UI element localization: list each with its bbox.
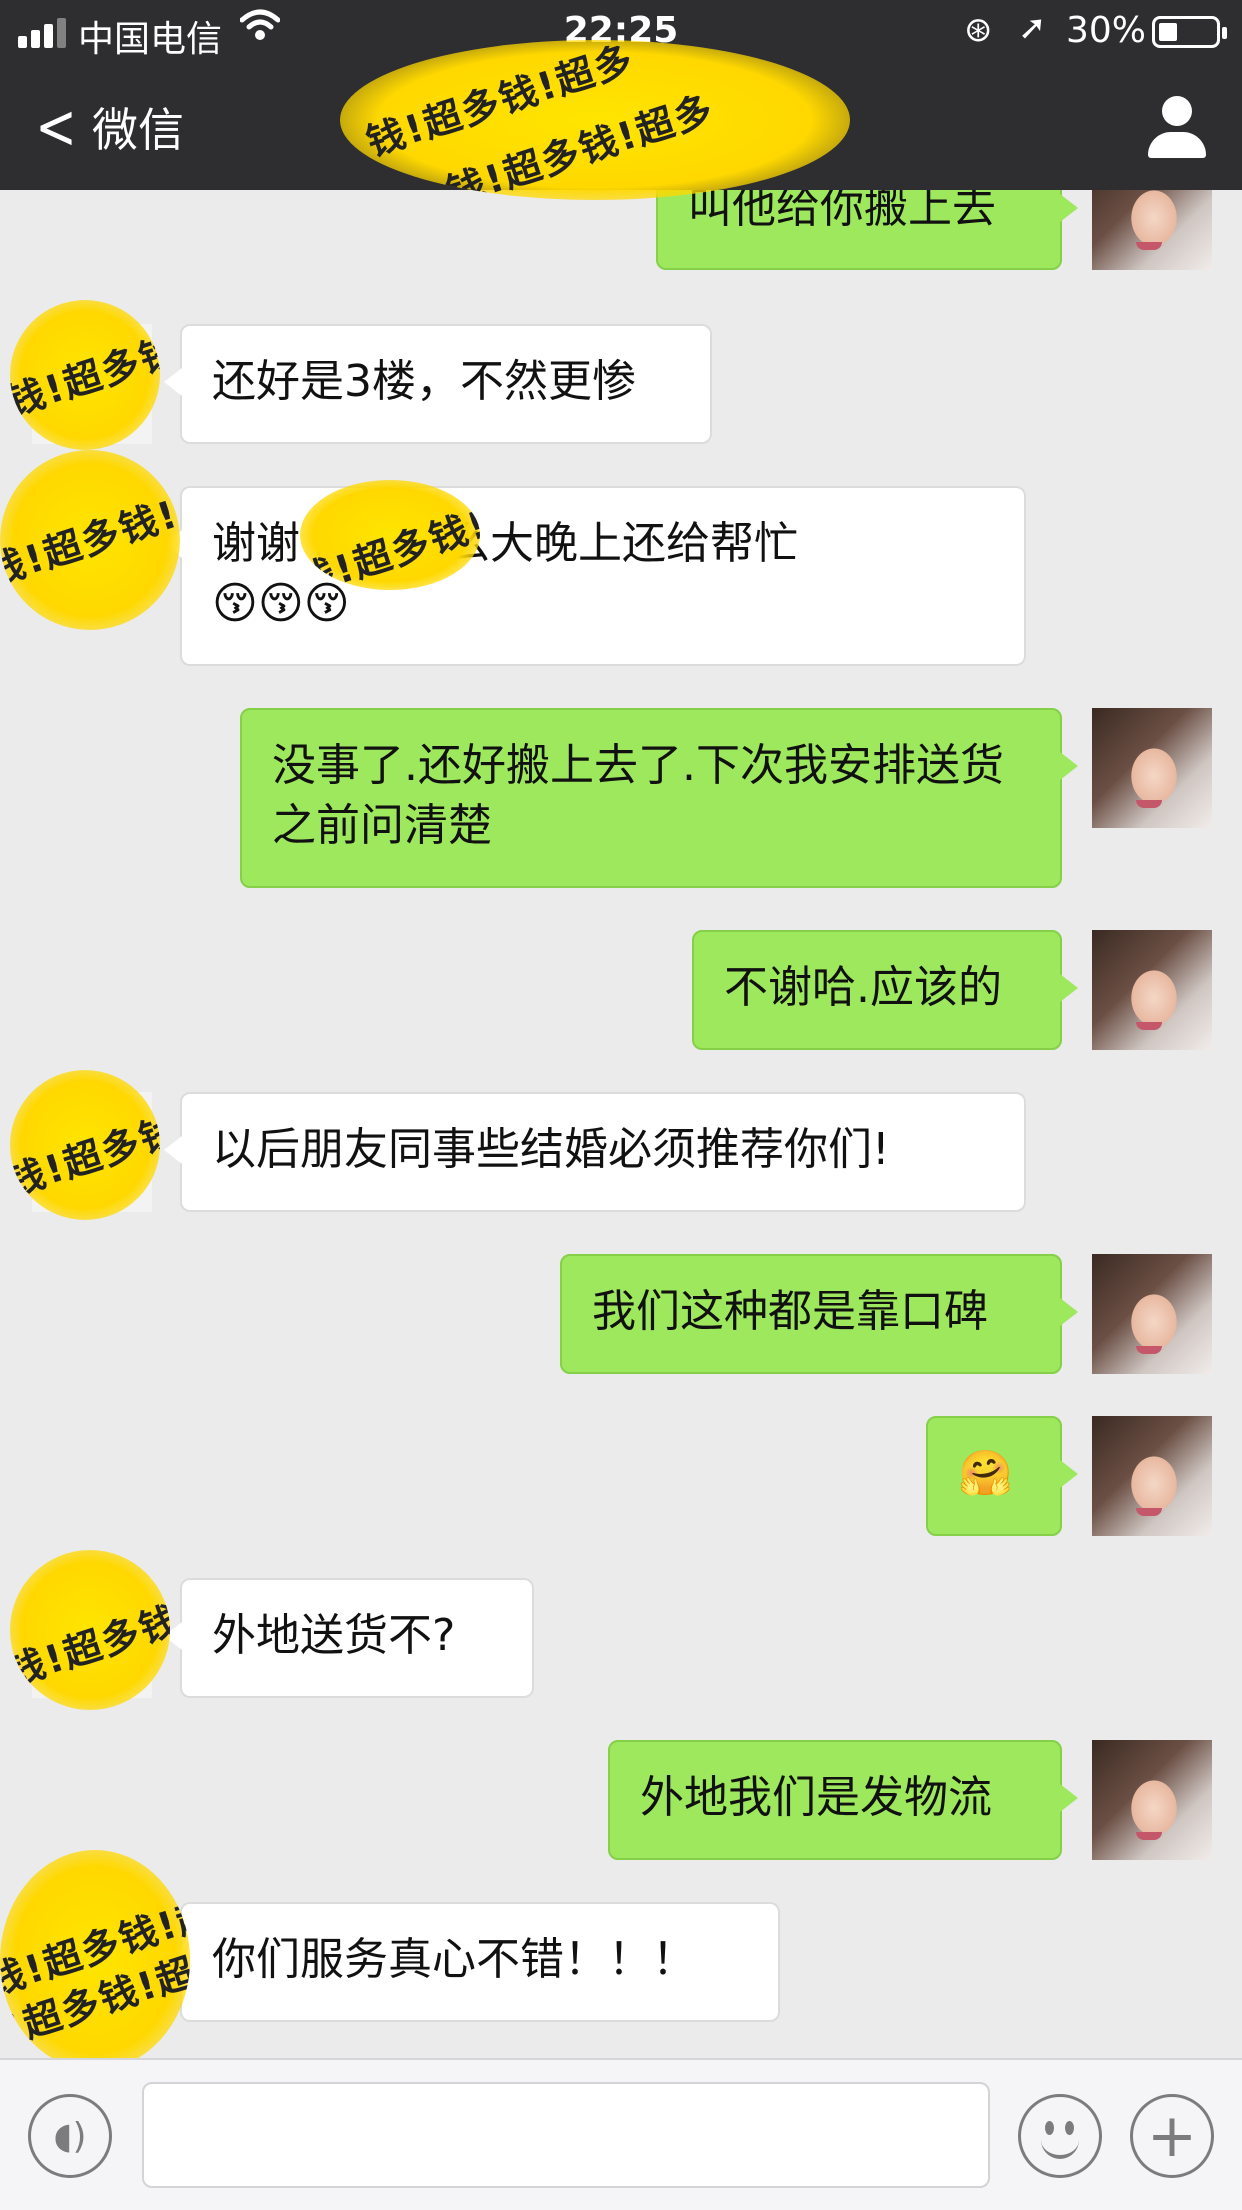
redaction-text: 钱!超多钱!超多 <box>10 1076 160 1205</box>
more-options-button[interactable]: + <box>1130 2094 1214 2178</box>
message-text: 我们这种都是靠口碑 <box>592 1286 988 1337</box>
message-text: 外地我们是发物流 <box>640 1772 992 1823</box>
message-emoji: 🤗 <box>958 1448 1013 1499</box>
location-icon: ➚ <box>1018 8 1047 48</box>
emoji-button[interactable] <box>1018 2094 1102 2178</box>
message-bubble-self[interactable]: 🤗 <box>926 1416 1078 1536</box>
message-text: 以后朋友同事些结婚必须推荐你们! <box>212 1124 890 1175</box>
chat-area[interactable]: 叫他给你搬上去 钱!超多钱!超多 还好是3楼，不然更惨 钱!超多钱!超多 谢谢 … <box>0 190 1242 2058</box>
redaction-mark: 钱!超多钱!超多 钱!超多钱!超多 <box>340 40 850 200</box>
message-bubble-self[interactable]: 外地我们是发物流 <box>608 1740 1078 1860</box>
battery-percent: 30% <box>1066 10 1147 51</box>
message-bubble-self[interactable]: 不谢哈.应该的 <box>692 930 1078 1050</box>
avatar-self[interactable] <box>1092 930 1212 1050</box>
person-icon <box>1162 96 1192 126</box>
message-bubble-other[interactable]: 以后朋友同事些结婚必须推荐你们! <box>164 1092 1026 1212</box>
redaction-mark: 钱!超多钱!超多 <box>10 1550 170 1710</box>
avatar-self[interactable] <box>1092 708 1212 828</box>
avatar-self[interactable] <box>1092 1416 1212 1536</box>
redaction-mark: 钱!超多钱!超多 <box>0 450 180 630</box>
message-bubble-other[interactable]: 还好是3楼，不然更惨 <box>164 324 712 444</box>
message-text: 外地送货不? <box>212 1610 456 1661</box>
redaction-mark: 钱!超多钱!超多 钱!超多钱!超多 <box>0 1850 190 2058</box>
rotation-lock-icon: ⊛ <box>964 10 993 50</box>
message-text: 还好是3楼，不然更惨 <box>212 356 636 407</box>
message-bubble-self[interactable]: 叫他给你搬上去 <box>656 190 1078 270</box>
message-bubble-other[interactable]: 你们服务真心不错！！！ <box>164 1902 780 2022</box>
redaction-mark: 钱!超多钱!超多 <box>10 300 160 450</box>
plus-icon: + <box>1146 2101 1198 2171</box>
contact-profile-button[interactable] <box>1142 92 1212 162</box>
back-button[interactable]: < 微信 <box>30 92 184 162</box>
redaction-text: 钱!超多钱!超多 <box>10 1566 170 1695</box>
redaction-text: 钱!超多钱!超多 <box>0 466 180 595</box>
voice-input-button[interactable]: ◖) <box>28 2094 112 2178</box>
message-text: 你们服务真心不错！！！ <box>212 1934 696 1985</box>
message-text: 没事了.还好搬上去了.下次我安排送货之前问清楚 <box>272 740 1004 851</box>
smiley-icon <box>1031 2107 1089 2165</box>
message-text: 不谢哈.应该的 <box>724 962 1002 1013</box>
voice-icon: ◖) <box>53 2115 87 2157</box>
message-input[interactable] <box>142 2082 990 2188</box>
redaction-mark: 钱!超多钱!超多 <box>300 480 480 590</box>
redaction-mark: 钱!超多钱!超多 <box>10 1070 160 1220</box>
message-text: 叫他给你搬上去 <box>688 190 996 233</box>
redaction-text: 钱!超多钱!超多 <box>10 300 160 425</box>
avatar-self[interactable] <box>1092 1254 1212 1374</box>
chevron-left-icon: < <box>35 90 77 163</box>
message-bubble-self[interactable]: 我们这种都是靠口碑 <box>560 1254 1078 1374</box>
message-bubble-self[interactable]: 没事了.还好搬上去了.下次我安排送货之前问清楚 <box>240 708 1078 888</box>
redaction-text: 钱!超多钱!超多 <box>300 480 480 590</box>
battery-icon <box>1152 16 1227 48</box>
input-bar: ◖) + <box>0 2058 1242 2210</box>
message-bubble-other[interactable]: 外地送货不? <box>164 1578 534 1698</box>
avatar-self[interactable] <box>1092 190 1212 270</box>
avatar-self[interactable] <box>1092 1740 1212 1860</box>
back-label: 微信 <box>91 103 184 157</box>
